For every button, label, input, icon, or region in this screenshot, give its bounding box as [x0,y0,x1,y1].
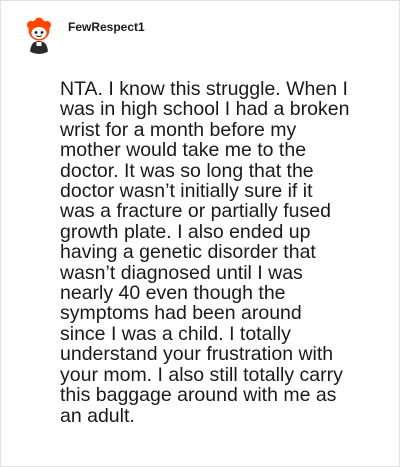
comment-card: FewRespect1 NTA. I know this struggle. W… [0,0,400,467]
comment-header: FewRespect1 [20,15,145,55]
reddit-snoo-avatar-icon[interactable] [20,16,58,54]
comment-username[interactable]: FewRespect1 [68,20,145,34]
comment-body-text: NTA. I know this struggle. When I was in… [60,78,350,427]
